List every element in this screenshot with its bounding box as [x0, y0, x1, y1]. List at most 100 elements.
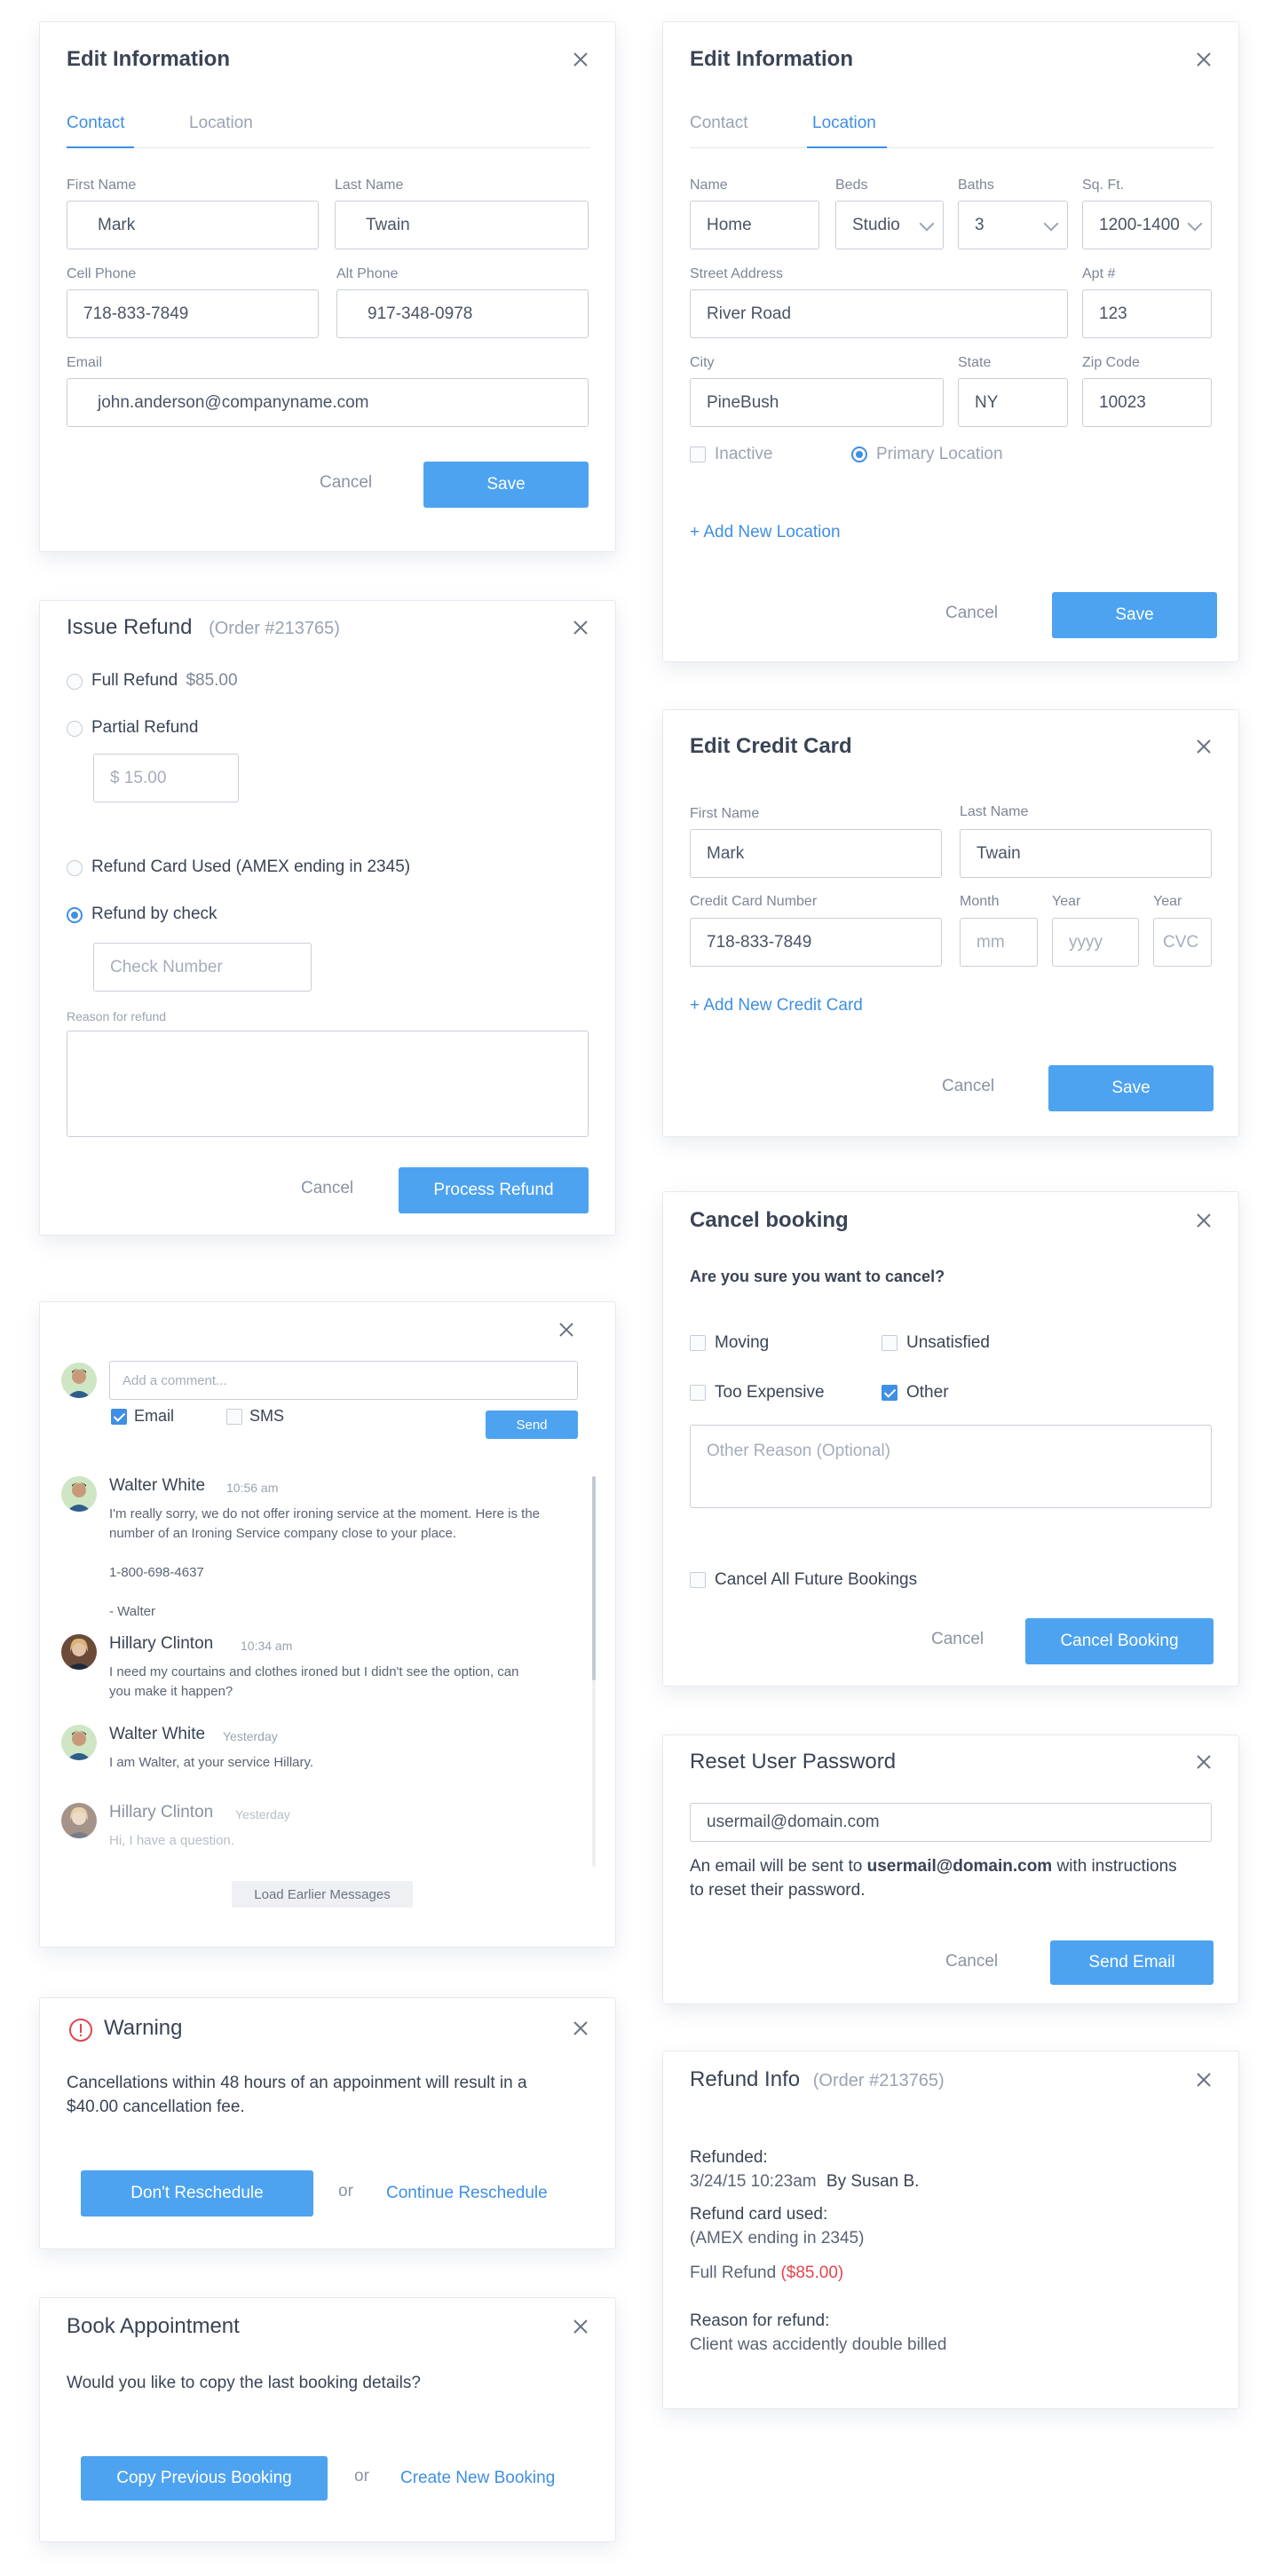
dialog-title: Cancel booking [690, 1208, 849, 1232]
message-body-line: 1-800-698-4637 [109, 1565, 204, 1580]
close-icon[interactable] [555, 1318, 578, 1341]
full-refund-text: Full Refund [91, 671, 178, 690]
dialog-title: Warning [104, 2016, 183, 2040]
beds-select[interactable]: Studio [835, 201, 944, 249]
check-refund-radio[interactable] [67, 907, 83, 923]
send-email-button[interactable]: Send Email [1050, 1940, 1214, 1985]
partial-refund-radio[interactable] [67, 721, 83, 737]
zip-field[interactable]: 10023 [1082, 378, 1212, 427]
other-reason-textarea[interactable]: Other Reason (Optional) [690, 1425, 1212, 1508]
too-expensive-checkbox[interactable] [690, 1385, 706, 1401]
close-icon[interactable] [1192, 1750, 1215, 1774]
tab-location[interactable]: Location [812, 114, 876, 133]
chevron-down-icon [919, 216, 935, 231]
cancel-button[interactable]: Cancel [942, 1077, 994, 1096]
tab-location[interactable]: Location [189, 114, 253, 133]
close-icon[interactable] [1192, 1209, 1215, 1232]
cancel-all-label: Cancel All Future Bookings [715, 1570, 918, 1589]
cancel-button[interactable]: Cancel [945, 604, 998, 623]
unsatisfied-label: Unsatisfied [906, 1333, 990, 1352]
send-button[interactable]: Send [486, 1410, 578, 1439]
street-field[interactable]: River Road [690, 289, 1068, 338]
add-credit-card-link[interactable]: + Add New Credit Card [690, 996, 863, 1015]
cancel-button[interactable]: Cancel [301, 1179, 353, 1198]
first-name-field[interactable]: Mark [690, 829, 942, 878]
name-label: Name [690, 178, 728, 193]
cancel-button[interactable]: Cancel [320, 473, 372, 493]
reason-textarea[interactable] [67, 1031, 589, 1137]
first-name-field[interactable]: Mark [67, 201, 319, 249]
moving-checkbox[interactable] [690, 1335, 706, 1351]
refunded-label: Refunded: [690, 2148, 768, 2167]
check-number-field[interactable]: Check Number [93, 943, 312, 992]
reset-info-line2: to reset their password. [690, 1881, 866, 1900]
unsatisfied-checkbox[interactable] [882, 1335, 897, 1351]
location-name-field[interactable]: Home [690, 201, 819, 249]
avatar [61, 1803, 97, 1838]
edit-location-dialog: Edit Information Contact Location Name H… [662, 21, 1239, 662]
month-field[interactable]: mm [960, 918, 1038, 967]
comment-input[interactable]: Add a comment... [109, 1361, 578, 1400]
close-icon[interactable] [1192, 735, 1215, 758]
last-name-label: Last Name [960, 804, 1029, 819]
add-location-link[interactable]: + Add New Location [690, 523, 841, 542]
sqft-select[interactable]: 1200-1400 [1082, 201, 1212, 249]
partial-amount-field[interactable]: $ 15.00 [93, 754, 239, 802]
chevron-down-icon [1187, 216, 1203, 231]
close-icon[interactable] [569, 616, 592, 639]
last-name-field[interactable]: Twain [335, 201, 589, 249]
close-icon[interactable] [569, 48, 592, 71]
load-earlier-messages-button[interactable]: Load Earlier Messages [232, 1881, 413, 1908]
dialog-title: Refund Info (Order #213765) [690, 2067, 945, 2092]
card-number-field[interactable]: 718-833-7849 [690, 918, 942, 967]
tab-contact[interactable]: Contact [67, 114, 124, 133]
tab-contact[interactable]: Contact [690, 114, 747, 133]
card-refund-radio[interactable] [67, 860, 83, 876]
cell-phone-field[interactable]: 718-833-7849 [67, 289, 319, 338]
baths-select[interactable]: 3 [958, 201, 1068, 249]
message-body-line: Hi, I have a question. [109, 1833, 234, 1848]
cancel-booking-button[interactable]: Cancel Booking [1025, 1618, 1214, 1664]
scrollbar-thumb[interactable] [592, 1476, 596, 1680]
apt-field[interactable]: 123 [1082, 289, 1212, 338]
state-field[interactable]: NY [958, 378, 1068, 427]
city-label: City [690, 355, 715, 370]
close-icon[interactable] [569, 2017, 592, 2040]
inactive-label: Inactive [715, 445, 773, 463]
save-button[interactable]: Save [1048, 1065, 1214, 1111]
alt-phone-field[interactable]: 917-348-0978 [336, 289, 589, 338]
close-icon[interactable] [1192, 48, 1215, 71]
title-text: Refund Info [690, 2067, 801, 2091]
email-field[interactable]: usermail@domain.com [690, 1803, 1212, 1842]
create-new-booking-link[interactable]: Create New Booking [400, 2469, 555, 2488]
tab-active-indicator [67, 146, 134, 148]
year-field[interactable]: yyyy [1052, 918, 1139, 967]
email-field[interactable]: john.anderson@companyname.com [67, 378, 589, 427]
other-checkbox[interactable] [882, 1385, 897, 1401]
sms-option-label: SMS [249, 1407, 285, 1425]
city-field[interactable]: PineBush [690, 378, 944, 427]
cancel-button[interactable]: Cancel [931, 1630, 984, 1649]
primary-location-radio[interactable] [851, 446, 867, 462]
refund-reason-label: Reason for refund: [690, 2311, 830, 2330]
close-icon[interactable] [569, 2315, 592, 2338]
cancel-button[interactable]: Cancel [945, 1952, 998, 1972]
message-body-line: I need my courtains and clothes ironed b… [109, 1664, 519, 1679]
tab-divider [67, 147, 590, 148]
save-button[interactable]: Save [1052, 592, 1217, 638]
close-icon[interactable] [1192, 2068, 1215, 2091]
email-checkbox[interactable] [111, 1409, 127, 1425]
sms-checkbox[interactable] [226, 1409, 242, 1425]
full-refund-radio[interactable] [67, 674, 83, 690]
continue-reschedule-link[interactable]: Continue Reschedule [386, 2184, 548, 2203]
copy-previous-booking-button[interactable]: Copy Previous Booking [81, 2456, 328, 2501]
zip-label: Zip Code [1082, 355, 1140, 370]
dont-reschedule-button[interactable]: Don't Reschedule [81, 2170, 313, 2216]
cvc-field[interactable]: CVC [1153, 918, 1212, 967]
email-label: Email [67, 355, 103, 370]
save-button[interactable]: Save [423, 462, 589, 508]
cancel-all-checkbox[interactable] [690, 1572, 706, 1588]
process-refund-button[interactable]: Process Refund [399, 1167, 589, 1213]
last-name-field[interactable]: Twain [960, 829, 1212, 878]
inactive-checkbox[interactable] [690, 446, 706, 462]
